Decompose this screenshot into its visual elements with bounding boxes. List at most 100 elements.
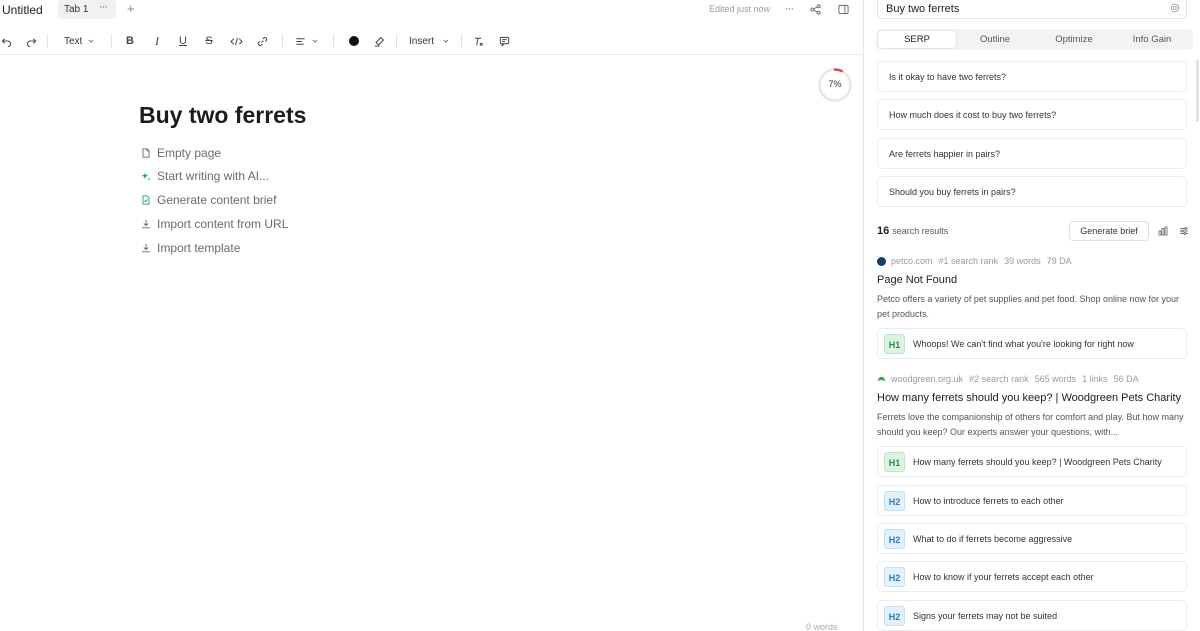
keyword-input[interactable]: Buy two ferrets <box>877 0 1187 19</box>
result-meta: petco.com #1 search rank 39 words 79 DA <box>877 255 1078 267</box>
word-count: 0 words <box>806 622 838 631</box>
heading-card[interactable]: H2 What to do if ferrets become aggressi… <box>877 523 1187 554</box>
file-icon <box>140 148 151 159</box>
heading-badge: H2 <box>884 606 905 626</box>
code-icon[interactable] <box>229 33 243 49</box>
results-number: 16 <box>877 225 890 237</box>
option-label: Import template <box>157 241 241 255</box>
tab-1[interactable]: Tab 1 ··· <box>58 0 116 19</box>
sparkle-icon <box>140 171 151 182</box>
align-left-icon <box>296 37 305 45</box>
heading-text: Whoops! We can't find what you're lookin… <box>913 339 1134 349</box>
question-card[interactable]: Are ferrets happier in pairs? <box>877 138 1187 169</box>
align-dropdown[interactable] <box>295 33 319 49</box>
result-title[interactable]: Page Not Found <box>877 274 957 286</box>
editor-pane: Untitled Tab 1 ··· + Edited just now ···… <box>0 0 864 631</box>
share-icon[interactable] <box>808 2 822 16</box>
result-rank: #1 search rank <box>938 256 999 266</box>
question-card[interactable]: How much does it cost to buy two ferrets… <box>877 99 1187 130</box>
heading-text: How to know if your ferrets accept each … <box>913 572 1094 582</box>
heading-badge: H1 <box>884 452 905 472</box>
toolbar-divider <box>461 34 462 48</box>
scrollbar[interactable] <box>1196 60 1199 122</box>
question-text: How much does it cost to buy two ferrets… <box>889 110 1057 120</box>
tab-label: Tab 1 <box>64 4 89 15</box>
tab-serp[interactable]: SERP <box>878 31 956 48</box>
option-label: Start writing with AI... <box>157 169 270 183</box>
strikethrough-icon[interactable]: S <box>203 33 215 49</box>
redo-icon[interactable] <box>25 33 37 49</box>
add-tab-button[interactable]: + <box>127 1 135 16</box>
question-card[interactable]: Is it okay to have two ferrets? <box>877 61 1187 92</box>
option-empty-page[interactable]: Empty page <box>140 144 221 162</box>
option-start-writing-ai[interactable]: Start writing with AI... <box>140 167 269 185</box>
result-words: 39 words <box>1004 256 1041 266</box>
target-icon[interactable] <box>1170 3 1180 13</box>
italic-icon[interactable]: I <box>151 33 163 49</box>
tab-more-icon[interactable]: ··· <box>99 1 108 13</box>
option-import-template[interactable]: Import template <box>140 239 240 257</box>
option-generate-content-brief[interactable]: Generate content brief <box>140 191 276 209</box>
toolbar-divider <box>47 34 48 48</box>
result-da: 56 DA <box>1113 374 1139 384</box>
color-swatch <box>349 36 359 46</box>
heading-card[interactable]: H2 How to introduce ferrets to each othe… <box>877 485 1187 516</box>
option-label: Generate content brief <box>157 193 277 207</box>
question-card[interactable]: Should you buy ferrets in pairs? <box>877 176 1187 207</box>
document-title[interactable]: Untitled <box>2 3 43 17</box>
keyword-text: Buy two ferrets <box>886 3 960 15</box>
edited-status: Edited just now <box>709 4 771 14</box>
link-icon[interactable] <box>256 33 268 49</box>
result-domain[interactable]: petco.com <box>891 256 933 266</box>
tab-outline[interactable]: Outline <box>956 31 1034 48</box>
heading-card[interactable]: H1 Whoops! We can't find what you're loo… <box>877 328 1187 359</box>
clear-format-icon[interactable] <box>472 33 484 49</box>
highlight-icon[interactable] <box>373 33 385 49</box>
heading-text: Signs your ferrets may not be suited <box>913 611 1058 621</box>
results-label: search results <box>892 226 949 236</box>
top-bar: Untitled Tab 1 ··· + Edited just now ··· <box>0 0 864 20</box>
result-title[interactable]: How many ferrets should you keep? | Wood… <box>877 392 1181 404</box>
favicon-icon <box>877 375 886 384</box>
option-import-from-url[interactable]: Import content from URL <box>140 215 288 233</box>
toolbar-divider <box>282 34 283 48</box>
text-color-button[interactable] <box>348 33 360 49</box>
insert-dropdown[interactable]: Insert <box>409 33 450 49</box>
more-options-button[interactable]: ··· <box>782 2 796 16</box>
panel-tabs: SERP Outline Optimize Info Gain <box>876 29 1193 50</box>
undo-icon[interactable] <box>0 33 12 49</box>
question-text: Should you buy ferrets in pairs? <box>889 187 1016 197</box>
page-title[interactable]: Buy two ferrets <box>139 102 306 129</box>
tab-optimize[interactable]: Optimize <box>1035 31 1113 48</box>
text-style-dropdown[interactable]: Text <box>64 33 95 49</box>
result-links: 1 links <box>1082 374 1108 384</box>
download-icon <box>140 243 151 254</box>
result-description: Petco offers a variety of pet supplies a… <box>877 294 1180 319</box>
serp-panel: Buy two ferrets SERP Outline Optimize In… <box>865 0 1200 631</box>
heading-text: How to introduce ferrets to each other <box>913 496 1064 506</box>
heading-badge: H2 <box>884 491 905 511</box>
filter-icon[interactable] <box>1178 225 1190 237</box>
chevron-down-icon <box>89 39 94 43</box>
toolbar-divider <box>333 34 334 48</box>
sidebar-toggle-icon[interactable] <box>836 2 850 16</box>
result-meta: woodgreen.org.uk #2 search rank 565 word… <box>877 373 1145 385</box>
generate-brief-button[interactable]: Generate brief <box>1069 221 1149 241</box>
toolbar-divider <box>111 34 112 48</box>
heading-card[interactable]: H2 How to know if your ferrets accept ea… <box>877 561 1187 592</box>
favicon-icon <box>877 256 886 266</box>
underline-icon[interactable]: U <box>177 33 189 49</box>
comment-icon[interactable] <box>498 33 510 49</box>
heading-card[interactable]: H2 Signs your ferrets may not be suited <box>877 600 1187 631</box>
tab-info-gain[interactable]: Info Gain <box>1113 31 1191 48</box>
bold-icon[interactable]: B <box>124 33 136 49</box>
result-domain[interactable]: woodgreen.org.uk <box>891 374 963 384</box>
option-label: Import content from URL <box>157 217 289 231</box>
result-rank: #2 search rank <box>969 374 1029 384</box>
bar-chart-icon[interactable] <box>1157 225 1169 237</box>
text-style-label: Text <box>64 35 83 47</box>
heading-card[interactable]: H1 How many ferrets should you keep? | W… <box>877 446 1187 477</box>
toolbar-divider <box>396 34 397 48</box>
chevron-down-icon <box>443 39 449 43</box>
progress-label: 7% <box>828 79 842 89</box>
